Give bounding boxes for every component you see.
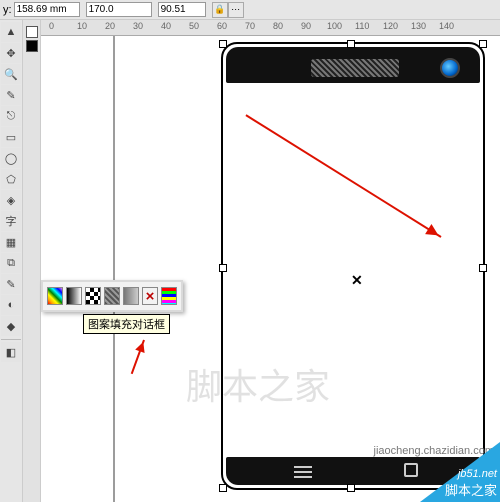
ruler-label: 10 <box>77 21 87 31</box>
selection-handle[interactable] <box>347 484 355 492</box>
ruler-label: 30 <box>133 21 143 31</box>
speaker-grille <box>311 59 399 77</box>
polygon-tool-icon[interactable]: ⬠ <box>1 169 21 189</box>
selection-handle[interactable] <box>479 40 487 48</box>
ruler-label: 0 <box>49 21 54 31</box>
selection-handle[interactable] <box>219 264 227 272</box>
ruler-label: 130 <box>411 21 426 31</box>
shape-tool-icon[interactable]: ✥ <box>1 43 21 63</box>
selection-handle[interactable] <box>219 484 227 492</box>
ruler-label: 50 <box>189 21 199 31</box>
selection-handle[interactable] <box>479 264 487 272</box>
ruler-label: 140 <box>439 21 454 31</box>
freehand-tool-icon[interactable]: ✎ <box>1 85 21 105</box>
tooltip: 图案填充对话框 <box>83 314 170 334</box>
menu-icon <box>294 466 312 478</box>
horizontal-ruler: 0 10 20 30 40 50 60 70 80 90 100 110 120… <box>41 20 500 36</box>
fill-tool-icon[interactable]: ◆ <box>1 316 21 336</box>
canvas-host: 0 10 20 30 40 50 60 70 80 90 100 110 120… <box>41 20 500 502</box>
scale-pct-input[interactable] <box>158 2 206 17</box>
page-edge <box>113 36 115 502</box>
watermark-text: 脚本之家 <box>186 358 466 410</box>
camera-icon <box>440 58 460 78</box>
interactive-fill-tool-icon[interactable]: ◧ <box>1 342 21 362</box>
ruler-label: 120 <box>383 21 398 31</box>
ruler-label: 60 <box>217 21 227 31</box>
no-fill-button[interactable]: × <box>142 287 158 305</box>
property-bar: y: 🔒 ⋯ <box>0 0 500 20</box>
ruler-label: 90 <box>301 21 311 31</box>
toolbox: ▲ ✥ 🔍 ✎ ⎋ ▭ ◯ ⬠ ◈ 字 ▦ ⧉ ✎ ◐ ◆ ◧ <box>0 20 23 502</box>
selection-handle[interactable] <box>347 40 355 48</box>
ruler-label: 20 <box>105 21 115 31</box>
obj-options-button[interactable]: ⋯ <box>228 2 244 18</box>
ruler-label: 80 <box>273 21 283 31</box>
ellipse-tool-icon[interactable]: ◯ <box>1 148 21 168</box>
eyedropper-tool-icon[interactable]: ✎ <box>1 274 21 294</box>
obj-width-input[interactable] <box>86 2 152 17</box>
rectangle-tool-icon[interactable]: ▭ <box>1 127 21 147</box>
ruler-label: 40 <box>161 21 171 31</box>
canvas[interactable]: ✕ 脚本之家 jiaocheng.chazidian.com jb51.net … <box>41 36 500 502</box>
ruler-label: 110 <box>355 21 369 31</box>
lock-ratio-button[interactable]: 🔒 <box>212 2 228 18</box>
home-icon <box>404 463 418 477</box>
smart-draw-tool-icon[interactable]: ⎋ <box>1 106 21 126</box>
blend-tool-icon[interactable]: ⧉ <box>1 253 21 273</box>
toolbox-separator <box>1 339 21 340</box>
uniform-fill-button[interactable] <box>47 287 63 305</box>
color-strip <box>23 20 41 502</box>
phone-top-bar <box>226 47 480 83</box>
basic-shapes-tool-icon[interactable]: ◈ <box>1 190 21 210</box>
artwork-phone[interactable]: ✕ <box>221 42 485 490</box>
ruler-label: 100 <box>327 21 342 31</box>
zoom-tool-icon[interactable]: 🔍 <box>1 64 21 84</box>
ruler-label: 70 <box>245 21 255 31</box>
fountain-fill-button[interactable] <box>66 287 82 305</box>
pattern-fill-button[interactable] <box>85 287 101 305</box>
corner-sub: jb51.net <box>458 468 497 480</box>
corner-main: 脚本之家 <box>445 480 497 499</box>
object-center-icon: ✕ <box>351 272 363 289</box>
selection-handle[interactable] <box>219 40 227 48</box>
outline-tool-icon[interactable]: ◐ <box>1 295 21 315</box>
color-swatch-white[interactable] <box>26 26 38 38</box>
pos-y-label: y: <box>3 4 12 16</box>
table-tool-icon[interactable]: ▦ <box>1 232 21 252</box>
fill-tool-flyout[interactable]: × <box>41 280 183 312</box>
color-docker-button[interactable] <box>161 287 177 305</box>
pick-tool-icon[interactable]: ▲ <box>1 22 21 42</box>
postscript-fill-button[interactable] <box>123 287 139 305</box>
pos-y-input[interactable] <box>14 2 80 17</box>
color-swatch-black[interactable] <box>26 40 38 52</box>
text-tool-icon[interactable]: 字 <box>1 211 21 231</box>
annotation-arrow-icon <box>131 340 145 375</box>
texture-fill-button[interactable] <box>104 287 120 305</box>
